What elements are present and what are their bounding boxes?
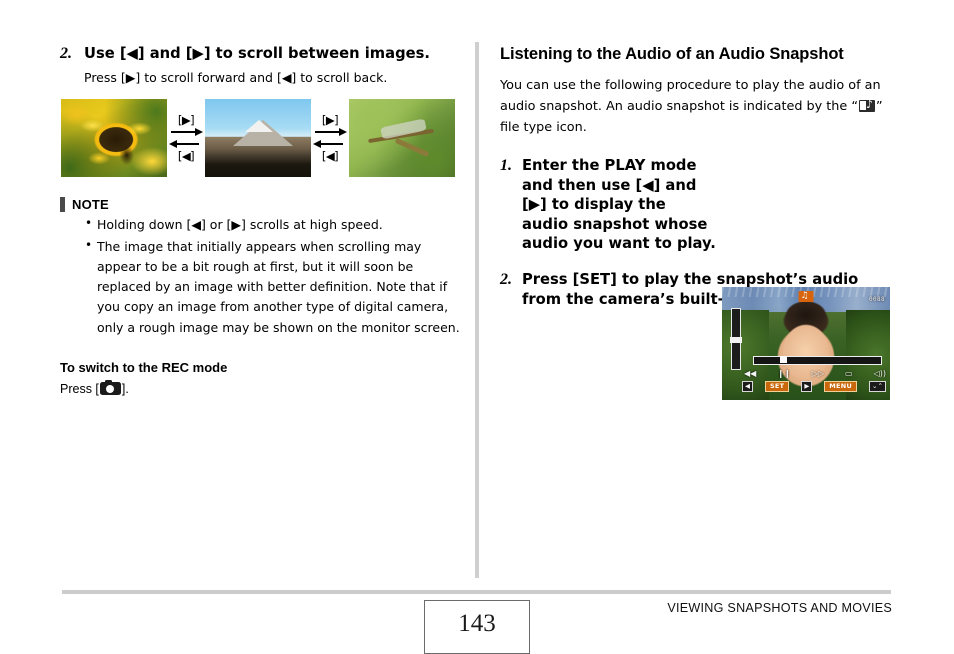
back-key-label-1: [◀] [177, 149, 195, 164]
back-arrow-icon-1 [167, 138, 205, 150]
rewind-icon[interactable]: ◀◀ [744, 369, 756, 378]
rec-mode-heading: To switch to the REC mode [60, 359, 228, 375]
forward-key-label-2: [▶] [321, 113, 339, 128]
scroll-thumbnail-strip: [▶] [◀] [▶] [◀] [61, 99, 460, 178]
list-item: The image that initially appears when sc… [85, 236, 460, 338]
dragonfly-photo [349, 99, 455, 178]
column-divider [475, 42, 479, 578]
audio-file-type-icon [858, 98, 875, 112]
yellow-flowers-photo [61, 99, 167, 178]
back-arrow-icon-2 [311, 138, 349, 150]
set-key-chip[interactable]: SET [764, 380, 790, 392]
forward-arrow-icon-1 [167, 126, 205, 138]
scroll-arrow-group-2: [▶] [◀] [311, 114, 349, 162]
note-accent-bar [60, 197, 65, 213]
back-key-label-2: [◀] [321, 149, 339, 164]
step-2-number-right: 2. [500, 271, 512, 289]
forward-key-label-1: [▶] [177, 113, 195, 128]
volume-slider[interactable] [730, 308, 742, 371]
menu-key-chip[interactable]: MENU [824, 380, 858, 392]
note-list: Holding down [◀] or [▶] scrolls at high … [60, 214, 460, 338]
playback-control-icons: ◀◀ ❙❙ ▷▷ ▭ ◁)) [744, 367, 886, 380]
mount-fuji-photo [205, 99, 311, 178]
note-label: NOTE [72, 197, 109, 213]
left-column: 2. Use [◀] and [▶] to scroll between ima… [60, 44, 460, 396]
step-2-block: 2. Use [◀] and [▶] to scroll between ima… [60, 44, 460, 63]
left-key-chip[interactable]: ◀ [742, 380, 753, 392]
fast-forward-icon[interactable]: ▷▷ [812, 369, 824, 378]
note-block: NOTE Holding down [◀] or [▶] scrolls at … [60, 197, 460, 338]
camera-lcd-screenshot: 0088 ◀◀ ❙❙ ▷▷ ▭ ◁)) ◀ SET ▶ MENU ⌄⌃ [722, 287, 890, 401]
rec-text-after: ]. [121, 381, 129, 396]
step-1-block: 1. Enter the PLAY mode and then use [◀] … [500, 156, 894, 253]
playback-progress-bar[interactable] [753, 356, 882, 366]
lcd-top-right-text: 0088 [868, 296, 885, 304]
lcd-key-guide-row: ◀ SET ▶ MENU ⌄⌃ [742, 380, 886, 392]
step-1-number: 1. [500, 157, 512, 175]
procedure-steps: 1. Enter the PLAY mode and then use [◀] … [500, 156, 894, 401]
stop-icon[interactable]: ▭ [845, 369, 853, 378]
step-2-heading: Use [◀] and [▶] to scroll between images… [84, 45, 430, 62]
page-number: 143 [458, 609, 496, 637]
footer-section-title: VIEWING SNAPSHOTS AND MOVIES [667, 601, 892, 615]
right-key-chip[interactable]: ▶ [801, 380, 813, 392]
right-column: Listening to the Audio of an Audio Snaps… [500, 44, 894, 401]
intro-text-before: You can use the following procedure to p… [500, 78, 881, 114]
note-header: NOTE [60, 197, 460, 213]
page-title: Listening to the Audio of an Audio Snaps… [500, 45, 844, 63]
list-item: Holding down [◀] or [▶] scrolls at high … [85, 214, 460, 235]
playback-progress-knob[interactable] [780, 356, 787, 364]
scroll-arrow-group-1: [▶] [◀] [167, 114, 205, 162]
forward-arrow-icon-2 [311, 126, 349, 138]
footer-divider [62, 590, 891, 594]
volume-icon[interactable]: ◁)) [874, 369, 886, 378]
step-2-number: 2. [60, 45, 72, 62]
step-1-text: Enter the PLAY mode and then use [◀] and… [522, 157, 716, 252]
step-2-subtext: Press [▶] to scroll forward and [◀] to s… [84, 70, 388, 86]
rec-text-before: Press [ [60, 381, 99, 396]
camera-icon [99, 379, 121, 396]
rec-mode-instruction: Press [ ]. [60, 379, 460, 396]
audio-snapshot-badge-icon [798, 289, 814, 303]
volume-slider-knob[interactable] [730, 337, 742, 344]
intro-paragraph: You can use the following procedure to p… [500, 76, 894, 138]
zoom-key-chip[interactable]: ⌄⌃ [869, 380, 886, 392]
pause-icon[interactable]: ❙❙ [777, 369, 790, 378]
